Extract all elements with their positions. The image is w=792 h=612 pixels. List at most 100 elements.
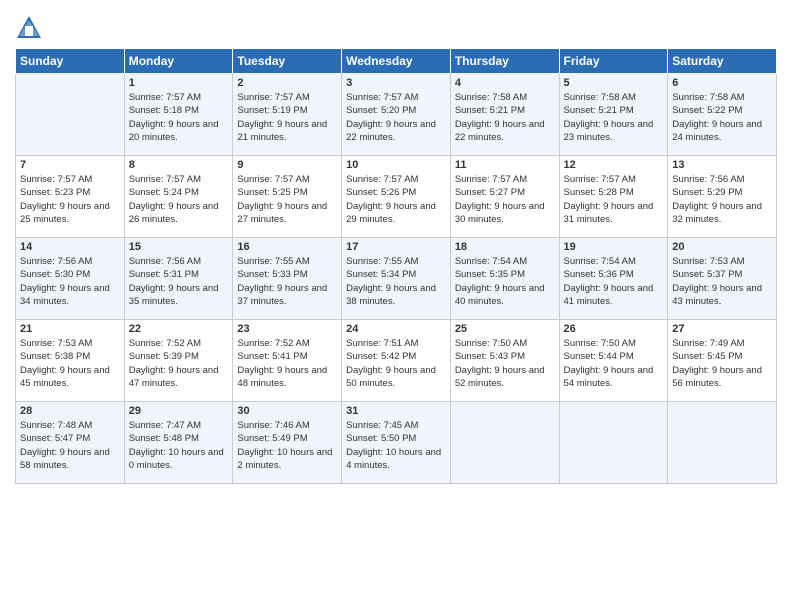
header-day: Tuesday bbox=[233, 49, 342, 74]
day-number: 24 bbox=[346, 323, 446, 335]
day-number: 8 bbox=[129, 159, 229, 171]
calendar-cell: 16 Sunrise: 7:55 AMSunset: 5:33 PMDayligh… bbox=[233, 238, 342, 320]
day-number: 6 bbox=[672, 77, 772, 89]
calendar-cell: 18 Sunrise: 7:54 AMSunset: 5:35 PMDayligh… bbox=[450, 238, 559, 320]
cell-info: Sunrise: 7:57 AMSunset: 5:26 PMDaylight:… bbox=[346, 173, 446, 226]
calendar-cell: 25 Sunrise: 7:50 AMSunset: 5:43 PMDayligh… bbox=[450, 320, 559, 402]
cell-info: Sunrise: 7:52 AMSunset: 5:41 PMDaylight:… bbox=[237, 337, 337, 390]
header-day: Thursday bbox=[450, 49, 559, 74]
calendar-cell: 5 Sunrise: 7:58 AMSunset: 5:21 PMDaylight… bbox=[559, 74, 668, 156]
calendar-cell: 24 Sunrise: 7:51 AMSunset: 5:42 PMDayligh… bbox=[342, 320, 451, 402]
day-number: 28 bbox=[20, 405, 120, 417]
header-day: Saturday bbox=[668, 49, 777, 74]
calendar-cell: 7 Sunrise: 7:57 AMSunset: 5:23 PMDaylight… bbox=[16, 156, 125, 238]
cell-info: Sunrise: 7:50 AMSunset: 5:44 PMDaylight:… bbox=[564, 337, 664, 390]
calendar-cell: 21Sunrise: 7:53 AMSunset: 5:38 PMDayligh… bbox=[16, 320, 125, 402]
calendar-cell: 17 Sunrise: 7:55 AMSunset: 5:34 PMDayligh… bbox=[342, 238, 451, 320]
calendar-cell: 19Sunrise: 7:54 AMSunset: 5:36 PMDayligh… bbox=[559, 238, 668, 320]
cell-info: Sunrise: 7:58 AMSunset: 5:21 PMDaylight:… bbox=[564, 91, 664, 144]
cell-info: Sunrise: 7:55 AMSunset: 5:33 PMDaylight:… bbox=[237, 255, 337, 308]
calendar-week: 14 Sunrise: 7:56 AMSunset: 5:30 PMDayligh… bbox=[16, 238, 777, 320]
calendar-cell: 4Sunrise: 7:58 AMSunset: 5:21 PMDaylight… bbox=[450, 74, 559, 156]
day-number: 18 bbox=[455, 241, 555, 253]
cell-info: Sunrise: 7:53 AMSunset: 5:37 PMDaylight:… bbox=[672, 255, 772, 308]
day-number: 5 bbox=[564, 77, 664, 89]
cell-info: Sunrise: 7:57 AMSunset: 5:28 PMDaylight:… bbox=[564, 173, 664, 226]
header-day: Friday bbox=[559, 49, 668, 74]
cell-info: Sunrise: 7:57 AMSunset: 5:20 PMDaylight:… bbox=[346, 91, 446, 144]
calendar-cell bbox=[450, 402, 559, 484]
calendar-cell bbox=[16, 74, 125, 156]
main-container: SundayMondayTuesdayWednesdayThursdayFrid… bbox=[0, 0, 792, 494]
calendar-cell: 2 Sunrise: 7:57 AMSunset: 5:19 PMDaylight… bbox=[233, 74, 342, 156]
day-number: 22 bbox=[129, 323, 229, 335]
calendar-cell: 22 Sunrise: 7:52 AMSunset: 5:39 PMDayligh… bbox=[124, 320, 233, 402]
calendar-cell: 10 Sunrise: 7:57 AMSunset: 5:26 PMDayligh… bbox=[342, 156, 451, 238]
day-number: 4 bbox=[455, 77, 555, 89]
day-number: 16 bbox=[237, 241, 337, 253]
day-number: 2 bbox=[237, 77, 337, 89]
calendar-cell bbox=[559, 402, 668, 484]
day-number: 29 bbox=[129, 405, 229, 417]
header bbox=[15, 10, 777, 42]
cell-info: Sunrise: 7:50 AMSunset: 5:43 PMDaylight:… bbox=[455, 337, 555, 390]
day-number: 27 bbox=[672, 323, 772, 335]
calendar-cell: 11 Sunrise: 7:57 AMSunset: 5:27 PMDayligh… bbox=[450, 156, 559, 238]
calendar-cell bbox=[668, 402, 777, 484]
calendar-cell: 8 Sunrise: 7:57 AMSunset: 5:24 PMDaylight… bbox=[124, 156, 233, 238]
cell-info: Sunrise: 7:54 AMSunset: 5:36 PMDaylight:… bbox=[564, 255, 664, 308]
day-number: 17 bbox=[346, 241, 446, 253]
cell-info: Sunrise: 7:54 AMSunset: 5:35 PMDaylight:… bbox=[455, 255, 555, 308]
calendar-cell: 31Sunrise: 7:45 AMSunset: 5:50 PMDayligh… bbox=[342, 402, 451, 484]
calendar-cell: 15Sunrise: 7:56 AMSunset: 5:31 PMDayligh… bbox=[124, 238, 233, 320]
calendar-week: 1Sunrise: 7:57 AMSunset: 5:18 PMDaylight… bbox=[16, 74, 777, 156]
cell-info: Sunrise: 7:47 AMSunset: 5:48 PMDaylight:… bbox=[129, 419, 229, 472]
day-number: 14 bbox=[20, 241, 120, 253]
cell-info: Sunrise: 7:57 AMSunset: 5:24 PMDaylight:… bbox=[129, 173, 229, 226]
header-row: SundayMondayTuesdayWednesdayThursdayFrid… bbox=[16, 49, 777, 74]
day-number: 31 bbox=[346, 405, 446, 417]
calendar-cell: 20 Sunrise: 7:53 AMSunset: 5:37 PMDayligh… bbox=[668, 238, 777, 320]
cell-info: Sunrise: 7:46 AMSunset: 5:49 PMDaylight:… bbox=[237, 419, 337, 472]
day-number: 10 bbox=[346, 159, 446, 171]
cell-info: Sunrise: 7:56 AMSunset: 5:30 PMDaylight:… bbox=[20, 255, 120, 308]
header-day: Sunday bbox=[16, 49, 125, 74]
header-day: Wednesday bbox=[342, 49, 451, 74]
calendar-cell: 1Sunrise: 7:57 AMSunset: 5:18 PMDaylight… bbox=[124, 74, 233, 156]
calendar-cell: 30Sunrise: 7:46 AMSunset: 5:49 PMDayligh… bbox=[233, 402, 342, 484]
day-number: 21 bbox=[20, 323, 120, 335]
calendar-header: SundayMondayTuesdayWednesdayThursdayFrid… bbox=[16, 49, 777, 74]
day-number: 26 bbox=[564, 323, 664, 335]
calendar-cell: 23 Sunrise: 7:52 AMSunset: 5:41 PMDayligh… bbox=[233, 320, 342, 402]
cell-info: Sunrise: 7:57 AMSunset: 5:25 PMDaylight:… bbox=[237, 173, 337, 226]
day-number: 11 bbox=[455, 159, 555, 171]
day-number: 9 bbox=[237, 159, 337, 171]
calendar-cell: 13Sunrise: 7:56 AMSunset: 5:29 PMDayligh… bbox=[668, 156, 777, 238]
calendar-cell: 14 Sunrise: 7:56 AMSunset: 5:30 PMDayligh… bbox=[16, 238, 125, 320]
day-number: 7 bbox=[20, 159, 120, 171]
calendar-cell: 3Sunrise: 7:57 AMSunset: 5:20 PMDaylight… bbox=[342, 74, 451, 156]
cell-info: Sunrise: 7:48 AMSunset: 5:47 PMDaylight:… bbox=[20, 419, 120, 472]
calendar-cell: 27Sunrise: 7:49 AMSunset: 5:45 PMDayligh… bbox=[668, 320, 777, 402]
cell-info: Sunrise: 7:57 AMSunset: 5:18 PMDaylight:… bbox=[129, 91, 229, 144]
cell-info: Sunrise: 7:51 AMSunset: 5:42 PMDaylight:… bbox=[346, 337, 446, 390]
cell-info: Sunrise: 7:57 AMSunset: 5:23 PMDaylight:… bbox=[20, 173, 120, 226]
cell-info: Sunrise: 7:57 AMSunset: 5:27 PMDaylight:… bbox=[455, 173, 555, 226]
day-number: 25 bbox=[455, 323, 555, 335]
calendar-week: 21Sunrise: 7:53 AMSunset: 5:38 PMDayligh… bbox=[16, 320, 777, 402]
calendar-cell: 12 Sunrise: 7:57 AMSunset: 5:28 PMDayligh… bbox=[559, 156, 668, 238]
cell-info: Sunrise: 7:52 AMSunset: 5:39 PMDaylight:… bbox=[129, 337, 229, 390]
calendar-cell: 9 Sunrise: 7:57 AMSunset: 5:25 PMDaylight… bbox=[233, 156, 342, 238]
calendar-cell: 28 Sunrise: 7:48 AMSunset: 5:47 PMDayligh… bbox=[16, 402, 125, 484]
calendar-cell: 29 Sunrise: 7:47 AMSunset: 5:48 PMDayligh… bbox=[124, 402, 233, 484]
calendar-cell: 26 Sunrise: 7:50 AMSunset: 5:44 PMDayligh… bbox=[559, 320, 668, 402]
day-number: 13 bbox=[672, 159, 772, 171]
day-number: 23 bbox=[237, 323, 337, 335]
logo bbox=[15, 14, 47, 42]
logo-icon bbox=[15, 14, 43, 42]
day-number: 20 bbox=[672, 241, 772, 253]
cell-info: Sunrise: 7:57 AMSunset: 5:19 PMDaylight:… bbox=[237, 91, 337, 144]
day-number: 12 bbox=[564, 159, 664, 171]
cell-info: Sunrise: 7:55 AMSunset: 5:34 PMDaylight:… bbox=[346, 255, 446, 308]
cell-info: Sunrise: 7:56 AMSunset: 5:31 PMDaylight:… bbox=[129, 255, 229, 308]
